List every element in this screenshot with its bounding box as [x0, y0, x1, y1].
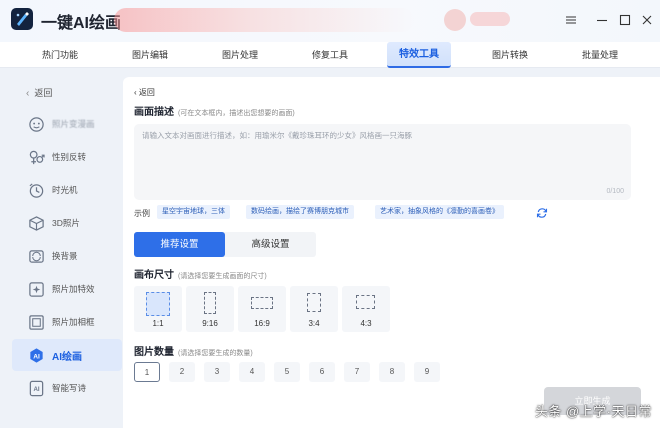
- account-name[interactable]: [470, 12, 510, 26]
- tab-hot-features[interactable]: 热门功能: [15, 42, 105, 68]
- canvas-size-hint: (请选择您要生成画面的尺寸): [178, 273, 267, 280]
- ratio-label: 9:16: [202, 319, 218, 328]
- app-logo: [11, 8, 33, 30]
- maximize-icon[interactable]: [619, 14, 631, 26]
- image-count-title: 图片数量: [134, 347, 174, 358]
- ratio-label: 1:1: [152, 319, 164, 328]
- ratio-option-1-1[interactable]: 1:1: [134, 286, 182, 332]
- image-swap-icon: [29, 250, 44, 263]
- close-icon[interactable]: [641, 14, 653, 26]
- sparkle-frame-icon: [29, 282, 44, 297]
- count-option[interactable]: 6: [309, 362, 335, 382]
- sidebar-item-photo-effects[interactable]: 照片加特效: [12, 273, 122, 305]
- sidebar: ‹ 返回 照片变漫画 性别反转 时光机 3D照片 换背景 照片加特效 照片加相框…: [0, 69, 124, 428]
- description-hint: (可在文本框内，描述出您想要的画面): [178, 110, 295, 117]
- count-option[interactable]: 5: [274, 362, 300, 382]
- ratio-option-16-9[interactable]: 16:9: [238, 286, 286, 332]
- count-option[interactable]: 4: [239, 362, 265, 382]
- tab-image-edit[interactable]: 图片编辑: [105, 42, 195, 68]
- tab-repair-tools[interactable]: 修复工具: [285, 42, 375, 68]
- example-chip[interactable]: 艺术家，抽象风格的《凛勤的喜画卷》: [375, 205, 504, 219]
- settings-mode-toggle: 推荐设置 高级设置: [134, 232, 316, 257]
- ratio-shape: [251, 297, 273, 309]
- watermark: 头条 @上学·天日常: [534, 404, 652, 419]
- char-counter: 0/100: [606, 188, 624, 195]
- ratio-option-4-3[interactable]: 4:3: [342, 286, 390, 332]
- sidebar-item-label: 照片加特效: [52, 284, 95, 294]
- promo-banner[interactable]: [114, 8, 414, 32]
- refresh-icon[interactable]: [536, 207, 548, 219]
- ratio-label: 4:3: [360, 319, 372, 328]
- description-title: 画面描述: [134, 107, 174, 118]
- count-option[interactable]: 1: [134, 362, 160, 382]
- chevron-left-icon: ‹: [26, 88, 30, 99]
- sidebar-item-3d-photo[interactable]: 3D照片: [12, 207, 122, 239]
- ratio-shape: [146, 292, 170, 316]
- sidebar-item-ai-painting[interactable]: AI AI绘画: [12, 339, 122, 371]
- title-bar: 一键AI绘画: [0, 0, 660, 42]
- sidebar-item-label: 照片变漫画: [52, 119, 95, 129]
- sidebar-item-time-machine[interactable]: 时光机: [12, 174, 122, 206]
- sidebar-back-button[interactable]: ‹ 返回: [26, 86, 52, 99]
- image-count-section: 图片数量 (请选择您要生成的数量): [134, 343, 253, 358]
- sidebar-item-label: 时光机: [52, 185, 78, 195]
- main-back-button[interactable]: ‹ 返回: [134, 87, 155, 98]
- ai-icon: AI: [30, 348, 43, 363]
- sidebar-item-smart-poetry[interactable]: AI 智能写诗: [12, 372, 122, 404]
- main-back-label: 返回: [138, 88, 155, 97]
- ratio-label: 16:9: [254, 319, 270, 328]
- examples-label: 示例: [134, 209, 150, 218]
- top-nav: 热门功能 图片编辑 图片处理 修复工具 特效工具 图片转换 批量处理: [0, 42, 660, 68]
- sidebar-item-label: 照片加相框: [52, 317, 95, 327]
- ratio-shape: [204, 292, 216, 314]
- description-input[interactable]: 请输入文本对画面进行描述，如：用瑜米尔《戴珍珠耳环的少女》风格画一只海豚 0/1…: [134, 124, 631, 200]
- ratio-option-9-16[interactable]: 9:16: [186, 286, 234, 332]
- minimize-icon[interactable]: [596, 14, 608, 26]
- description-placeholder: 请输入文本对画面进行描述，如：用瑜米尔《戴珍珠耳环的少女》风格画一只海豚: [142, 131, 412, 140]
- ratio-label: 3:4: [308, 319, 320, 328]
- photo-frame-icon: [29, 315, 44, 330]
- sidebar-item-change-background[interactable]: 换背景: [12, 240, 122, 272]
- ratio-shape: [356, 295, 375, 309]
- image-count-hint: (请选择您要生成的数量): [178, 350, 253, 357]
- count-option[interactable]: 9: [414, 362, 440, 382]
- example-chip[interactable]: 星空宇宙地球，三体: [157, 205, 230, 219]
- tab-image-convert[interactable]: 图片转换: [465, 42, 555, 68]
- clock-icon: [29, 183, 44, 198]
- tab-batch-process[interactable]: 批量处理: [555, 42, 645, 68]
- count-option[interactable]: 8: [379, 362, 405, 382]
- sidebar-item-photo-to-comic[interactable]: 照片变漫画: [12, 108, 122, 140]
- face-icon: [29, 117, 44, 132]
- canvas-size-title: 画布尺寸: [134, 270, 174, 281]
- main-panel: ‹ 返回 画面描述 (可在文本框内，描述出您想要的画面) 请输入文本对画面进行描述…: [123, 77, 660, 428]
- sidebar-item-label: 性别反转: [52, 152, 87, 162]
- sidebar-item-gender-swap[interactable]: 性别反转: [12, 141, 122, 173]
- ratio-option-3-4[interactable]: 3:4: [290, 286, 338, 332]
- recommended-settings-button[interactable]: 推荐设置: [134, 232, 225, 257]
- app-title: 一键AI绘画: [41, 15, 122, 32]
- count-option[interactable]: 3: [204, 362, 230, 382]
- svg-text:AI: AI: [33, 386, 39, 393]
- description-section: 画面描述 (可在文本框内，描述出您想要的画面): [134, 103, 295, 118]
- sidebar-back-label: 返回: [34, 88, 53, 98]
- sidebar-item-label: AI绘画: [52, 352, 82, 363]
- svg-text:AI: AI: [33, 353, 40, 360]
- canvas-size-section: 画布尺寸 (请选择您要生成画面的尺寸): [134, 266, 267, 281]
- advanced-settings-button[interactable]: 高级设置: [225, 232, 316, 257]
- gender-icon: [29, 150, 45, 165]
- cube-icon: [29, 216, 44, 231]
- sidebar-item-photo-frame[interactable]: 照片加相框: [12, 306, 122, 338]
- ratio-shape: [307, 293, 321, 312]
- tab-effect-tools[interactable]: 特效工具: [387, 42, 451, 68]
- count-option[interactable]: 2: [169, 362, 195, 382]
- count-option[interactable]: 7: [344, 362, 370, 382]
- ai-doc-icon: AI: [29, 380, 44, 397]
- tab-image-process[interactable]: 图片处理: [195, 42, 285, 68]
- sidebar-item-label: 3D照片: [52, 218, 80, 228]
- sidebar-item-label: 智能写诗: [52, 383, 87, 393]
- sidebar-item-label: 换背景: [52, 251, 78, 261]
- menu-icon[interactable]: [565, 14, 577, 26]
- example-chip[interactable]: 数码绘画，描绘了赛博朋克城市: [246, 205, 354, 219]
- avatar[interactable]: [444, 9, 466, 31]
